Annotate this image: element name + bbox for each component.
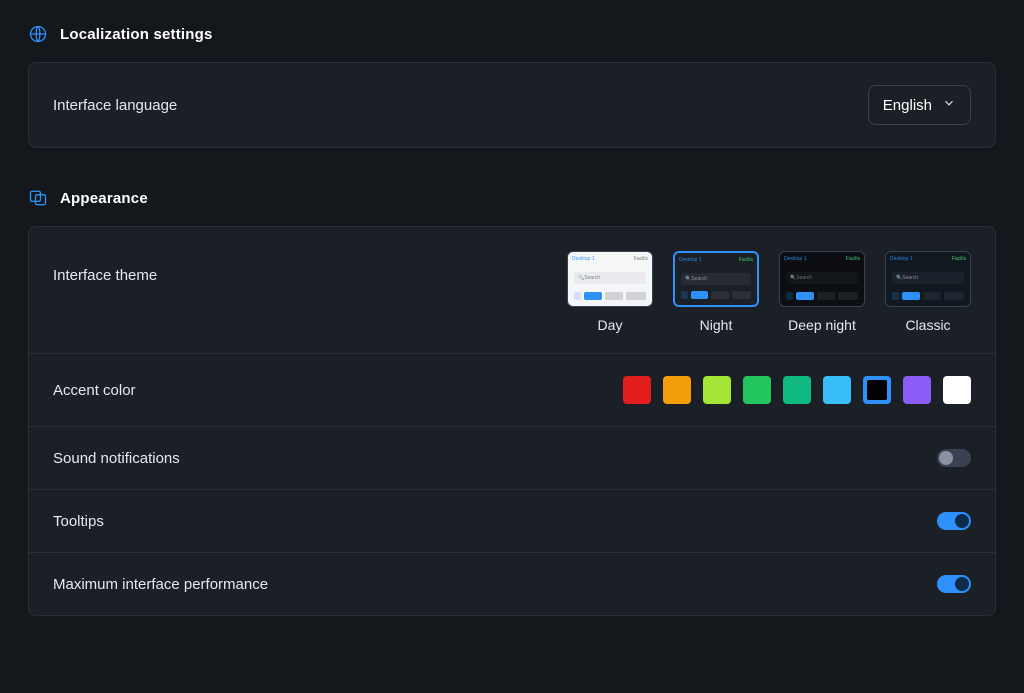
localization-panel: Interface language English — [28, 62, 996, 148]
accent-swatch-4[interactable] — [783, 376, 811, 404]
appearance-title: Appearance — [60, 190, 148, 207]
localization-header: Localization settings — [28, 24, 996, 44]
appearance-panel: Interface theme Desktop 1Facilis 🔍 Searc… — [28, 226, 996, 616]
theme-options: Desktop 1Facilis 🔍 Search Day Desktop 1F… — [567, 251, 971, 333]
tooltips-toggle[interactable] — [937, 512, 971, 530]
theme-label-night: Night — [700, 317, 733, 333]
accent-swatch-7[interactable] — [903, 376, 931, 404]
language-dropdown[interactable]: English — [868, 85, 971, 125]
theme-label-deep-night: Deep night — [788, 317, 856, 333]
sound-notifications-label: Sound notifications — [53, 450, 180, 467]
accent-color-label: Accent color — [53, 382, 136, 399]
sound-notifications-row: Sound notifications — [29, 426, 995, 489]
theme-label-classic: Classic — [905, 317, 950, 333]
appearance-icon — [28, 188, 48, 208]
accent-swatch-6[interactable] — [863, 376, 891, 404]
theme-option-deep-night[interactable]: Desktop 1Facilis 🔍 Search Deep night — [779, 251, 865, 333]
tooltips-label: Tooltips — [53, 513, 104, 530]
theme-thumb-day: Desktop 1Facilis 🔍 Search — [567, 251, 653, 307]
theme-option-night[interactable]: Desktop 1Facilis 🔍 Search Night — [673, 251, 759, 333]
accent-swatch-2[interactable] — [703, 376, 731, 404]
theme-thumb-night: Desktop 1Facilis 🔍 Search — [673, 251, 759, 307]
accent-swatches — [623, 376, 971, 404]
max-performance-label: Maximum interface performance — [53, 576, 268, 593]
accent-swatch-8[interactable] — [943, 376, 971, 404]
accent-swatch-3[interactable] — [743, 376, 771, 404]
accent-color-row: Accent color — [29, 353, 995, 426]
sound-notifications-toggle[interactable] — [937, 449, 971, 467]
theme-option-day[interactable]: Desktop 1Facilis 🔍 Search Day — [567, 251, 653, 333]
interface-language-label: Interface language — [53, 97, 177, 114]
max-performance-toggle[interactable] — [937, 575, 971, 593]
appearance-header: Appearance — [28, 188, 996, 208]
interface-language-row: Interface language English — [29, 63, 995, 147]
accent-swatch-1[interactable] — [663, 376, 691, 404]
accent-swatch-5[interactable] — [823, 376, 851, 404]
theme-thumb-deep-night: Desktop 1Facilis 🔍 Search — [779, 251, 865, 307]
language-dropdown-value: English — [883, 97, 932, 114]
chevron-down-icon — [942, 96, 956, 114]
globe-icon — [28, 24, 48, 44]
interface-theme-label: Interface theme — [53, 251, 157, 284]
theme-label-day: Day — [598, 317, 623, 333]
localization-title: Localization settings — [60, 26, 213, 43]
max-performance-row: Maximum interface performance — [29, 552, 995, 615]
theme-option-classic[interactable]: Desktop 1Facilis 🔍 Search Classic — [885, 251, 971, 333]
theme-thumb-classic: Desktop 1Facilis 🔍 Search — [885, 251, 971, 307]
interface-theme-row: Interface theme Desktop 1Facilis 🔍 Searc… — [29, 227, 995, 353]
tooltips-row: Tooltips — [29, 489, 995, 552]
accent-swatch-0[interactable] — [623, 376, 651, 404]
